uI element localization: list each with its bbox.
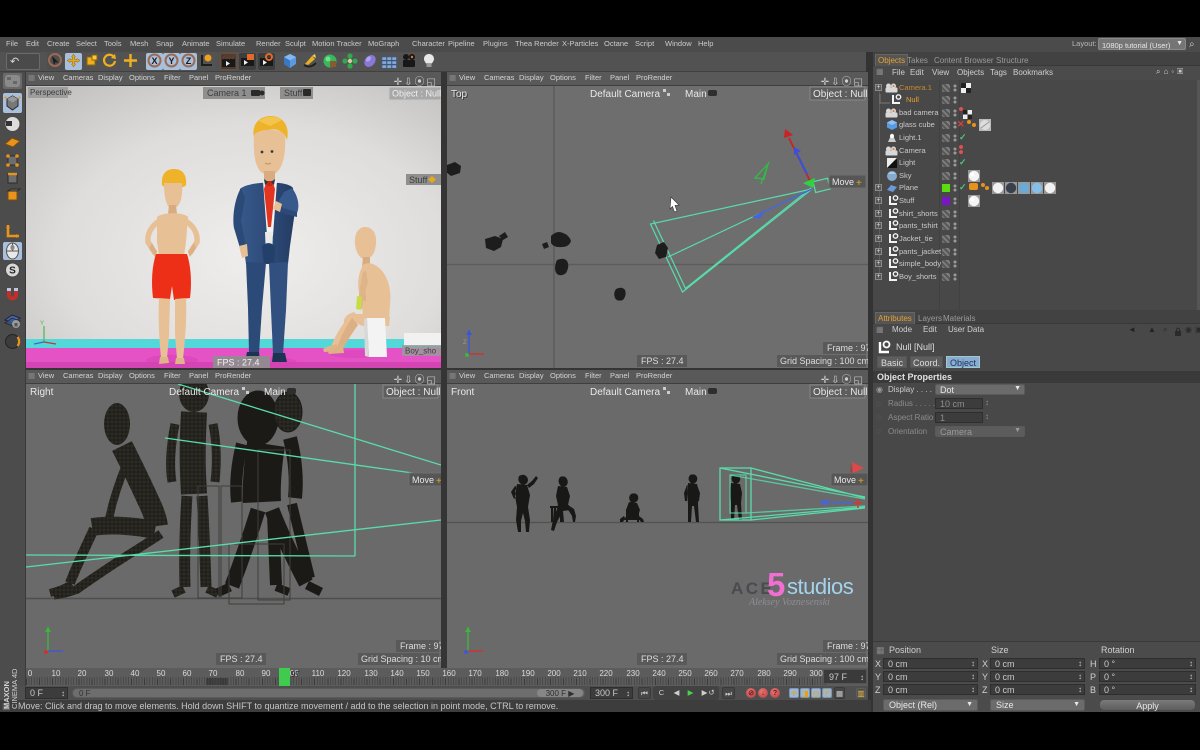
svg-text:Top: Top [451, 89, 468, 100]
svg-text:Frame : 97: Frame : 97 [400, 641, 441, 651]
svg-text:FPS : 27.4: FPS : 27.4 [641, 654, 684, 664]
svg-text:Default Camera: Default Camera [590, 89, 660, 100]
svg-text:Main: Main [685, 89, 707, 100]
svg-text:Frame : 97: Frame : 97 [827, 641, 868, 651]
svg-text:FPS : 27.4: FPS : 27.4 [220, 654, 263, 664]
svg-text:+: + [856, 178, 862, 189]
svg-text:X: X [151, 56, 157, 66]
svg-text:Grid Spacing : 10 cm: Grid Spacing : 10 cm [361, 654, 441, 664]
svg-text:Frame : 97: Frame : 97 [827, 343, 868, 353]
svg-text:Y: Y [40, 321, 44, 327]
svg-text:Right: Right [30, 387, 54, 398]
svg-text:Stuff: Stuff [284, 88, 303, 98]
svg-text:Move: Move [834, 475, 856, 485]
svg-text:Stuff: Stuff [409, 175, 428, 185]
svg-text:studios: studios [787, 574, 854, 599]
svg-text:Grid Spacing : 100 cm: Grid Spacing : 100 cm [780, 356, 868, 366]
svg-text:Aleksey Voznesenski: Aleksey Voznesenski [748, 597, 830, 608]
svg-text:Camera 1: Camera 1 [207, 88, 247, 98]
svg-text:Object : Null: Object : Null [392, 89, 441, 99]
svg-text:Main: Main [264, 387, 286, 398]
svg-text:Boy_sho: Boy_sho [405, 347, 437, 356]
svg-text:Move: Move [412, 475, 434, 485]
svg-text:FPS : 27.4: FPS : 27.4 [217, 358, 260, 368]
svg-text:FPS : 27.4: FPS : 27.4 [641, 356, 684, 366]
svg-text:Z: Z [463, 340, 467, 346]
svg-text:+: + [436, 476, 441, 487]
svg-text:Default Camera: Default Camera [590, 387, 660, 398]
svg-text:Front: Front [451, 387, 475, 398]
svg-text:Object : Null: Object : Null [813, 89, 867, 100]
svg-text:Perspective: Perspective [30, 88, 72, 97]
svg-text:Object : Null: Object : Null [386, 387, 440, 398]
svg-text:Grid Spacing : 100 cm: Grid Spacing : 100 cm [780, 654, 868, 664]
svg-text:Z: Z [186, 56, 192, 66]
svg-text:+: + [858, 476, 864, 487]
svg-text:Default Camera: Default Camera [169, 387, 239, 398]
svg-text:Move: Move [832, 177, 854, 187]
svg-text:Y: Y [168, 56, 174, 66]
svg-text:Object : Null: Object : Null [813, 387, 867, 398]
svg-text:Main: Main [685, 387, 707, 398]
svg-text:S: S [9, 266, 16, 277]
